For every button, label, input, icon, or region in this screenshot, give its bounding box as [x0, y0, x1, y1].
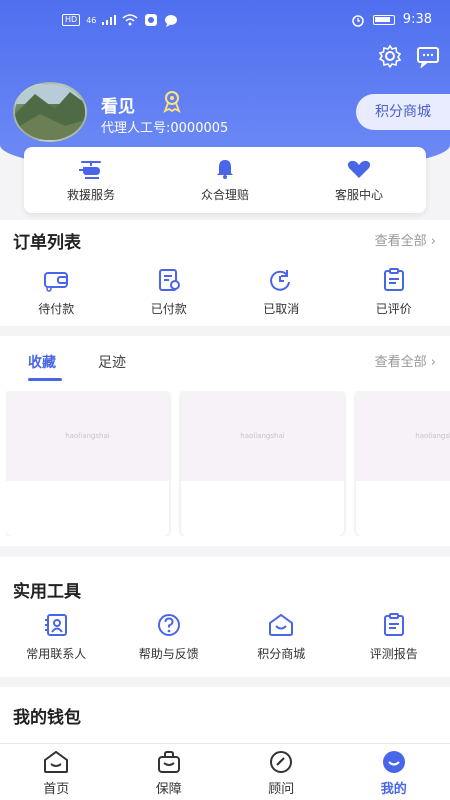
- nav-protection-label: 保障: [155, 782, 182, 797]
- bag-icon: [157, 751, 180, 773]
- tool-points-mall-label: 积分商城: [257, 647, 306, 661]
- rescue-service-item[interactable]: 救援服务: [24, 147, 158, 213]
- settings-gear-icon[interactable]: [378, 44, 402, 68]
- refresh-icon: [270, 270, 291, 291]
- chevron-right-icon: ›: [430, 355, 436, 370]
- tool-help-label: 帮助与反馈: [138, 647, 199, 661]
- wallet-icon: [44, 272, 69, 292]
- favorites-view-all-label: 查看全部: [374, 355, 427, 370]
- top-actions: [378, 44, 440, 68]
- tools-title: 实用工具: [13, 582, 81, 602]
- orders-view-all-label: 查看全部: [374, 234, 427, 249]
- tool-contacts-label: 常用联系人: [26, 647, 87, 661]
- nav-protection[interactable]: 保障: [113, 744, 226, 800]
- message-icon[interactable]: [416, 44, 440, 68]
- tool-points-mall[interactable]: 积分商城: [225, 613, 338, 662]
- report-icon: [383, 613, 404, 636]
- orders-section: 订单列表 查看全部 › 待付款 已付款 已取消 已评价: [0, 220, 450, 326]
- tab-footprint[interactable]: 足迹: [98, 352, 126, 372]
- tool-report-label: 评测报告: [369, 647, 418, 661]
- signal-icon: [102, 15, 117, 25]
- bell-icon: [217, 159, 233, 179]
- card-placeholder-image: haoliangshai: [181, 391, 344, 481]
- tab-favorites[interactable]: 收藏: [28, 352, 62, 381]
- tool-contacts[interactable]: 常用联系人: [0, 613, 113, 662]
- claims-item[interactable]: 众合理赔: [158, 147, 292, 213]
- username: 看见: [101, 97, 135, 117]
- status-right: 9:38: [351, 12, 432, 27]
- app-notification-icon: [145, 14, 158, 26]
- favorites-cards: haoliangshai haoliangshai haoliangshai: [6, 391, 450, 536]
- nav-home-label: 首页: [43, 782, 70, 797]
- claims-label: 众合理赔: [200, 187, 249, 202]
- tools-row: 常用联系人 帮助与反馈 积分商城 评测报告: [0, 613, 450, 662]
- order-pending-payment-label: 待付款: [38, 302, 75, 316]
- orders-row: 待付款 已付款 已取消 已评价: [0, 268, 450, 317]
- user-avatar[interactable]: [13, 82, 87, 142]
- status-left: HD 46: [62, 13, 178, 27]
- favorite-card[interactable]: haoliangshai: [356, 391, 450, 536]
- wifi-icon: [122, 14, 138, 26]
- wallet-section: 我的钱包: [0, 687, 450, 747]
- status-bar: HD 46 9:38: [0, 0, 450, 42]
- status-time: 9:38: [402, 12, 432, 27]
- agent-number: 代理人工号:0000005: [101, 121, 229, 136]
- favorites-view-all[interactable]: 查看全部 ›: [375, 351, 436, 370]
- bottom-navigation: 首页 保障 顾问 我的: [0, 743, 450, 800]
- compass-icon: [270, 751, 293, 773]
- order-reviewed[interactable]: 已评价: [338, 268, 450, 317]
- nav-advisor[interactable]: 顾问: [225, 744, 338, 800]
- tool-report[interactable]: 评测报告: [338, 613, 450, 662]
- chat-notification-icon: [165, 14, 178, 27]
- helicopter-icon: [79, 160, 101, 179]
- paid-icon: [158, 269, 180, 291]
- favorite-card[interactable]: haoliangshai: [6, 391, 169, 536]
- tools-section: 实用工具 常用联系人 帮助与反馈 积分商城 评测报告: [0, 557, 450, 677]
- network-label: 46: [86, 15, 97, 25]
- contact-icon: [45, 614, 68, 636]
- order-cancelled[interactable]: 已取消: [225, 268, 338, 317]
- order-pending-payment[interactable]: 待付款: [0, 268, 113, 317]
- order-cancelled-label: 已取消: [263, 302, 300, 316]
- service-card: 救援服务 众合理赔 客服中心: [24, 147, 426, 213]
- profile-smile-icon: [382, 751, 405, 773]
- points-mall-button[interactable]: 积分商城: [356, 94, 450, 130]
- nav-advisor-label: 顾问: [268, 782, 295, 797]
- chevron-right-icon: ›: [430, 234, 436, 249]
- review-icon: [383, 268, 404, 291]
- member-badge-icon: [163, 91, 181, 113]
- order-paid-label: 已付款: [150, 302, 187, 316]
- help-icon: [157, 614, 180, 636]
- home-icon: [44, 750, 69, 773]
- wallet-title: 我的钱包: [13, 708, 81, 728]
- battery-icon: [372, 14, 395, 25]
- nav-mine[interactable]: 我的: [338, 744, 450, 800]
- mall-icon: [269, 613, 294, 636]
- card-placeholder-image: haoliangshai: [6, 391, 169, 481]
- heart-icon: [347, 160, 371, 178]
- order-reviewed-label: 已评价: [375, 302, 412, 316]
- tool-help[interactable]: 帮助与反馈: [113, 613, 226, 662]
- orders-view-all[interactable]: 查看全部 ›: [375, 230, 436, 249]
- hd-indicator: HD: [62, 14, 81, 26]
- alarm-icon: [352, 14, 364, 27]
- orders-title: 订单列表: [13, 233, 81, 253]
- favorite-card[interactable]: haoliangshai: [181, 391, 344, 536]
- order-paid[interactable]: 已付款: [113, 268, 226, 317]
- customer-service-label: 客服中心: [334, 187, 383, 202]
- customer-service-item[interactable]: 客服中心: [292, 147, 426, 213]
- nav-mine-label: 我的: [380, 782, 407, 797]
- card-placeholder-image: haoliangshai: [356, 391, 450, 481]
- favorites-tabs: 收藏 足迹: [28, 352, 126, 381]
- nav-home[interactable]: 首页: [0, 744, 113, 800]
- rescue-service-label: 救援服务: [66, 187, 115, 202]
